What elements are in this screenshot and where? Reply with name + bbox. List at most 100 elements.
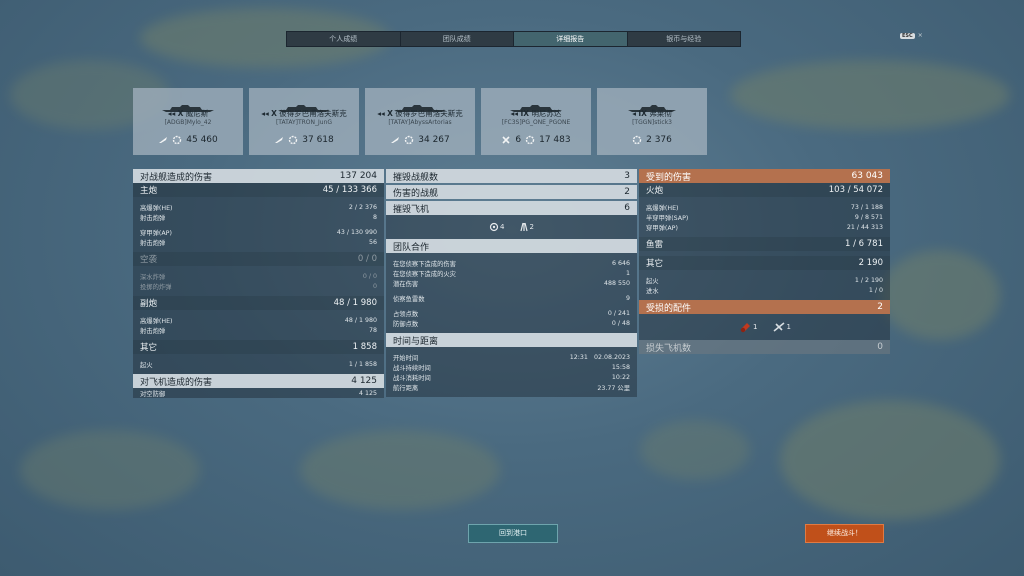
teamwork-header: 团队合作 [386, 239, 637, 253]
player-card[interactable]: ◂◂ X 威尼斯 [ADGB]Mylo_42 45 460 [133, 88, 243, 155]
tab-credits-xp[interactable]: 银币与经验 [628, 32, 741, 46]
plane-module-count: 1 [786, 323, 791, 331]
tab-bar: 个人成绩 团队成绩 详细报告 银币与经验 [286, 31, 741, 47]
aa-kill-count: 4 [500, 223, 505, 231]
ship-silhouette-icon [392, 97, 448, 112]
stat-row: 进水 1 / 0 [639, 285, 890, 295]
fighter-kill-count: 2 [529, 223, 534, 231]
engine-damage-icon [738, 320, 752, 334]
nation-icon: ◂◂ [167, 109, 178, 118]
ship-silhouette-icon [624, 97, 680, 112]
other-row: 其它 1 858 [133, 340, 384, 354]
stat-row: 射击炮弹 56 [133, 237, 384, 247]
player-name: [FC3S]PG_ONE_PGONE [501, 119, 571, 126]
plane-damage-header: 对飞机造成的伤害 4 125 [133, 374, 384, 388]
stat-row: 起火 1 / 1 858 [133, 359, 384, 369]
stat-row: 战斗消耗时间 10:22 [386, 372, 637, 382]
guns-row: 火炮 103 / 54 072 [639, 183, 890, 197]
ship-damage-header: 对战舰造成的伤害 137 204 [133, 169, 384, 183]
ship-tier: X [177, 109, 184, 118]
damage-value: 37 618 [302, 135, 334, 145]
ship-silhouette-icon [508, 97, 564, 112]
damage-value: 2 376 [646, 135, 672, 145]
stat-row: 在您侦察下造成的火灾 1 [386, 268, 637, 278]
damage-received-panel: 受到的伤害 63 043 火炮 103 / 54 072 高爆弹(HE) 73 / 1… [639, 169, 890, 354]
damage-value: 34 267 [418, 135, 450, 145]
engine-damage-count: 1 [753, 323, 758, 331]
received-damage-header: 受到的伤害 63 043 [639, 169, 890, 183]
planes-destroyed-header: 摧毁飞机 6 [386, 201, 637, 215]
player-card[interactable]: ◂◂ X 彼得罗巴甫洛夫斯克 [TATAY]AbyssArtorias 34 2… [365, 88, 475, 155]
nation-icon: ◂◂ [377, 109, 388, 118]
planes-lost-header: 损失飞机数 0 [639, 340, 890, 354]
ships-damaged-header: 伤害的战舰 2 [386, 185, 637, 199]
stat-row: 航行距离 23.77 公里 [386, 382, 637, 392]
stat-row: 射击炮弹 8 [133, 212, 384, 222]
continue-battle-button[interactable]: 继续战斗！ [805, 524, 884, 543]
player-name: [ADGB]Mylo_42 [164, 119, 212, 126]
nation-icon: ◂◂ [261, 109, 272, 118]
damaged-modules-header: 受损的配件 2 [639, 300, 890, 314]
player-card[interactable]: ◂ IX 弗莱彻 [TGGN]stick3 2 376 [597, 88, 707, 155]
kills-value: 6 [515, 135, 522, 145]
ship-tier: X [387, 109, 393, 118]
time-distance-header: 时间与距离 [386, 333, 637, 347]
tab-detailed-report[interactable]: 详细报告 [514, 32, 628, 46]
damage-icon [632, 135, 642, 145]
stat-row: 射击炮弹 78 [133, 325, 384, 335]
stat-row: 战斗持续时间 15:58 [386, 362, 637, 372]
main-battery-row: 主炮 45 / 133 366 [133, 183, 384, 197]
return-to-port-button[interactable]: 回到港口 [468, 524, 558, 543]
plane-icon [390, 135, 400, 145]
stat-row: 穿甲弹(AP) 21 / 44 313 [639, 222, 890, 232]
ship-tier: X [271, 109, 277, 118]
ship-name: 明尼苏达 [531, 109, 562, 118]
ship-tier: IX [638, 109, 647, 118]
ship-silhouette-icon [160, 97, 216, 112]
airstrike-row: 空袭 0 / 0 [133, 252, 384, 266]
stat-row: 对空防御 4 125 [133, 388, 384, 398]
stat-row: 高爆弹(HE) 73 / 1 188 [639, 202, 890, 212]
tab-personal[interactable]: 个人成绩 [287, 32, 401, 46]
stat-row: 潜在伤害 488 550 [386, 278, 637, 288]
esc-close[interactable]: ESC × [900, 32, 923, 39]
close-icon[interactable]: × [918, 32, 923, 39]
ship-name: 彼得罗巴甫洛夫斯克 [279, 109, 347, 118]
other-row: 其它 2 190 [639, 256, 890, 270]
player-card[interactable]: ◂◂ IX 明尼苏达 [FC3S]PG_ONE_PGONE 6 17 483 [481, 88, 591, 155]
player-name: [TGGN]stick3 [632, 119, 672, 126]
secondary-row: 副炮 48 / 1 980 [133, 296, 384, 310]
fighter-kill-icon [519, 222, 529, 232]
ships-destroyed-header: 摧毁战舰数 3 [386, 169, 637, 183]
ship-name: 彼得罗巴甫洛夫斯克 [395, 109, 463, 118]
stat-row: 防御点数 0 / 48 [386, 318, 637, 328]
ship-name: 弗莱彻 [649, 109, 672, 118]
damage-icon [525, 135, 535, 145]
damage-value: 17 483 [539, 135, 571, 145]
stat-row: 深水炸弹 0 / 0 [133, 271, 384, 281]
player-card[interactable]: ◂◂ X 彼得罗巴甫洛夫斯克 [TATAY]TRON_JunG 37 618 [249, 88, 359, 155]
player-name: [TATAY]AbyssArtorias [388, 119, 452, 126]
kills-icon [501, 135, 511, 145]
damage-icon [288, 135, 298, 145]
player-name: [TATAY]TRON_JunG [275, 119, 333, 126]
combat-summary-panel: 摧毁战舰数 3 伤害的战舰 2 摧毁飞机 6 4 2 团队合作 在您侦察下造成的伤害 6… [386, 169, 637, 397]
damage-icon [172, 135, 182, 145]
esc-key-icon: ESC [900, 32, 915, 39]
stat-row: 高爆弹(HE) 48 / 1 980 [133, 315, 384, 325]
tab-team[interactable]: 团队成绩 [401, 32, 514, 46]
damage-value: 45 460 [186, 135, 218, 145]
damage-dealt-panel: 对战舰造成的伤害 137 204 主炮 45 / 133 366 高爆弹(HE) 2 … [133, 169, 384, 398]
plane-module-icon [772, 320, 786, 334]
player-cards: ◂◂ X 威尼斯 [ADGB]Mylo_42 45 460 ◂◂ X 彼得罗巴甫… [133, 88, 707, 155]
stat-row: 占领点数 0 / 241 [386, 308, 637, 318]
stat-row: 高爆弹(HE) 2 / 2 376 [133, 202, 384, 212]
nation-icon: ◂◂ [510, 109, 521, 118]
stat-row: 投掷的炸弹 0 [133, 281, 384, 291]
stat-row: 穿甲弹(AP) 43 / 130 990 [133, 227, 384, 237]
plane-icon [274, 135, 284, 145]
damage-icon [404, 135, 414, 145]
plane-icon [158, 135, 168, 145]
stat-row: 起火 1 / 2 190 [639, 275, 890, 285]
aa-kill-icon [489, 222, 499, 232]
